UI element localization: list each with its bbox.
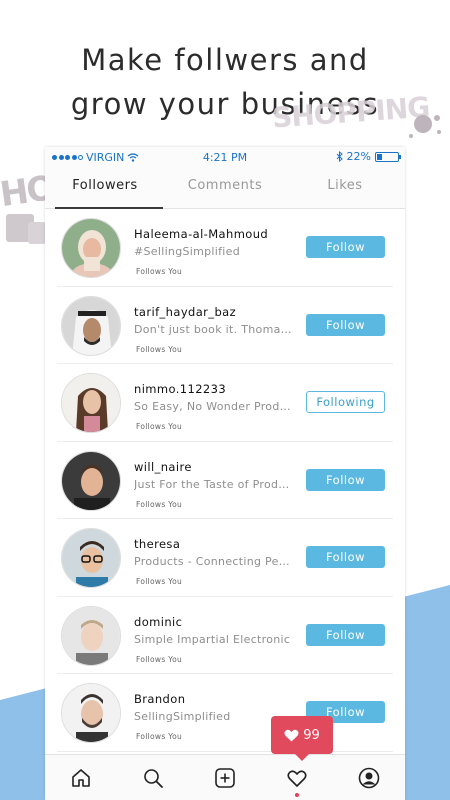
add-post-icon[interactable] bbox=[212, 765, 238, 791]
badge-count: 99 bbox=[303, 727, 320, 743]
notification-badge[interactable]: 99 bbox=[271, 716, 333, 761]
bio: Products - Connecting People bbox=[134, 555, 294, 568]
follow-button[interactable]: Follow bbox=[306, 468, 385, 491]
username[interactable]: Haleema-al-Mahmoud bbox=[134, 227, 268, 241]
avatar-man-beard-icon bbox=[62, 684, 120, 742]
battery-percent: 22% bbox=[346, 150, 371, 163]
bottom-nav bbox=[45, 754, 405, 800]
battery-icon bbox=[375, 151, 401, 162]
avatar-man-headdress-icon bbox=[62, 296, 120, 355]
heart-icon[interactable] bbox=[284, 765, 310, 797]
avatar-woman-hijab-icon bbox=[62, 219, 120, 277]
avatar-man-serious-icon bbox=[62, 606, 120, 665]
follows-you-label: Follows You bbox=[136, 344, 183, 354]
shopping-bag-decoration-small bbox=[28, 222, 46, 244]
tab-comments[interactable]: Comments bbox=[165, 167, 285, 208]
phone-screen: VIRGIN 4:21 PM 22% Followers Comments Li… bbox=[45, 147, 405, 800]
followers-list: Haleema-al-Mahmoud #SellingSimplified Fo… bbox=[45, 209, 405, 752]
follows-you-label: Follows You bbox=[136, 732, 183, 741]
username[interactable]: nimmo.112233 bbox=[134, 382, 226, 396]
bio: Don't just book it. Thomas... bbox=[134, 322, 294, 336]
battery-fill bbox=[377, 153, 382, 160]
list-item: dominic Simple Impartial Electronic Foll… bbox=[57, 597, 393, 674]
username[interactable]: dominic bbox=[134, 615, 182, 629]
list-item: will_naire Just For the Taste of Produ..… bbox=[57, 442, 393, 519]
list-item: tarif_haydar_baz Don't just book it. Tho… bbox=[57, 287, 393, 364]
bio: #SellingSimplified bbox=[134, 245, 241, 258]
status-right: 22% bbox=[336, 150, 401, 163]
following-button[interactable]: Following bbox=[306, 391, 385, 413]
bio: SellingSimplified bbox=[134, 710, 231, 723]
profile-icon[interactable] bbox=[356, 765, 382, 791]
avatar-woman-long-hair-icon bbox=[62, 374, 120, 432]
avatar[interactable] bbox=[61, 528, 121, 588]
list-item: Brandon SellingSimplified Follows You Fo… bbox=[57, 674, 393, 752]
follows-you-label: Follows You bbox=[136, 422, 183, 431]
follow-button[interactable]: Follow bbox=[306, 236, 385, 258]
username[interactable]: will_naire bbox=[134, 460, 192, 474]
bio: So Easy, No Wonder Produ... bbox=[134, 400, 294, 413]
bio: Simple Impartial Electronic bbox=[134, 632, 291, 646]
list-item: Haleema-al-Mahmoud #SellingSimplified Fo… bbox=[57, 209, 393, 287]
follow-button[interactable]: Follow bbox=[306, 623, 385, 646]
notification-dot bbox=[295, 792, 299, 797]
follows-you-label: Follows You bbox=[136, 267, 183, 276]
list-item: theresa Products - Connecting People Fol… bbox=[57, 519, 393, 597]
bio: Just For the Taste of Produ... bbox=[134, 477, 294, 491]
avatar[interactable] bbox=[61, 295, 121, 356]
tab-followers[interactable]: Followers bbox=[45, 167, 165, 208]
avatar[interactable] bbox=[61, 683, 121, 743]
home-icon[interactable] bbox=[68, 765, 94, 791]
follows-you-label: Follows You bbox=[136, 654, 183, 664]
headline-line-1: Make follwers and bbox=[81, 43, 369, 77]
username[interactable]: tarif_haydar_baz bbox=[134, 305, 236, 319]
follows-you-label: Follows You bbox=[136, 577, 183, 586]
follow-button[interactable]: Follow bbox=[306, 546, 385, 568]
follow-button[interactable]: Follow bbox=[306, 313, 385, 336]
avatar-man-smiling-icon bbox=[62, 451, 120, 510]
avatar[interactable] bbox=[61, 605, 121, 666]
avatar[interactable] bbox=[61, 450, 121, 511]
search-icon[interactable] bbox=[140, 765, 166, 791]
heart-icon bbox=[284, 729, 299, 741]
tab-bar: Followers Comments Likes bbox=[45, 167, 405, 209]
bluetooth-icon bbox=[336, 151, 343, 162]
paint-splash-decoration bbox=[409, 115, 441, 138]
avatar-glasses-icon bbox=[62, 529, 120, 587]
follows-you-label: Follows You bbox=[136, 499, 183, 509]
avatar[interactable] bbox=[61, 373, 121, 433]
list-item: nimmo.112233 So Easy, No Wonder Produ...… bbox=[57, 364, 393, 442]
username[interactable]: Brandon bbox=[134, 692, 185, 706]
tab-likes[interactable]: Likes bbox=[285, 167, 405, 208]
status-bar: VIRGIN 4:21 PM 22% bbox=[45, 147, 405, 167]
username[interactable]: theresa bbox=[134, 537, 180, 551]
avatar[interactable] bbox=[61, 218, 121, 278]
